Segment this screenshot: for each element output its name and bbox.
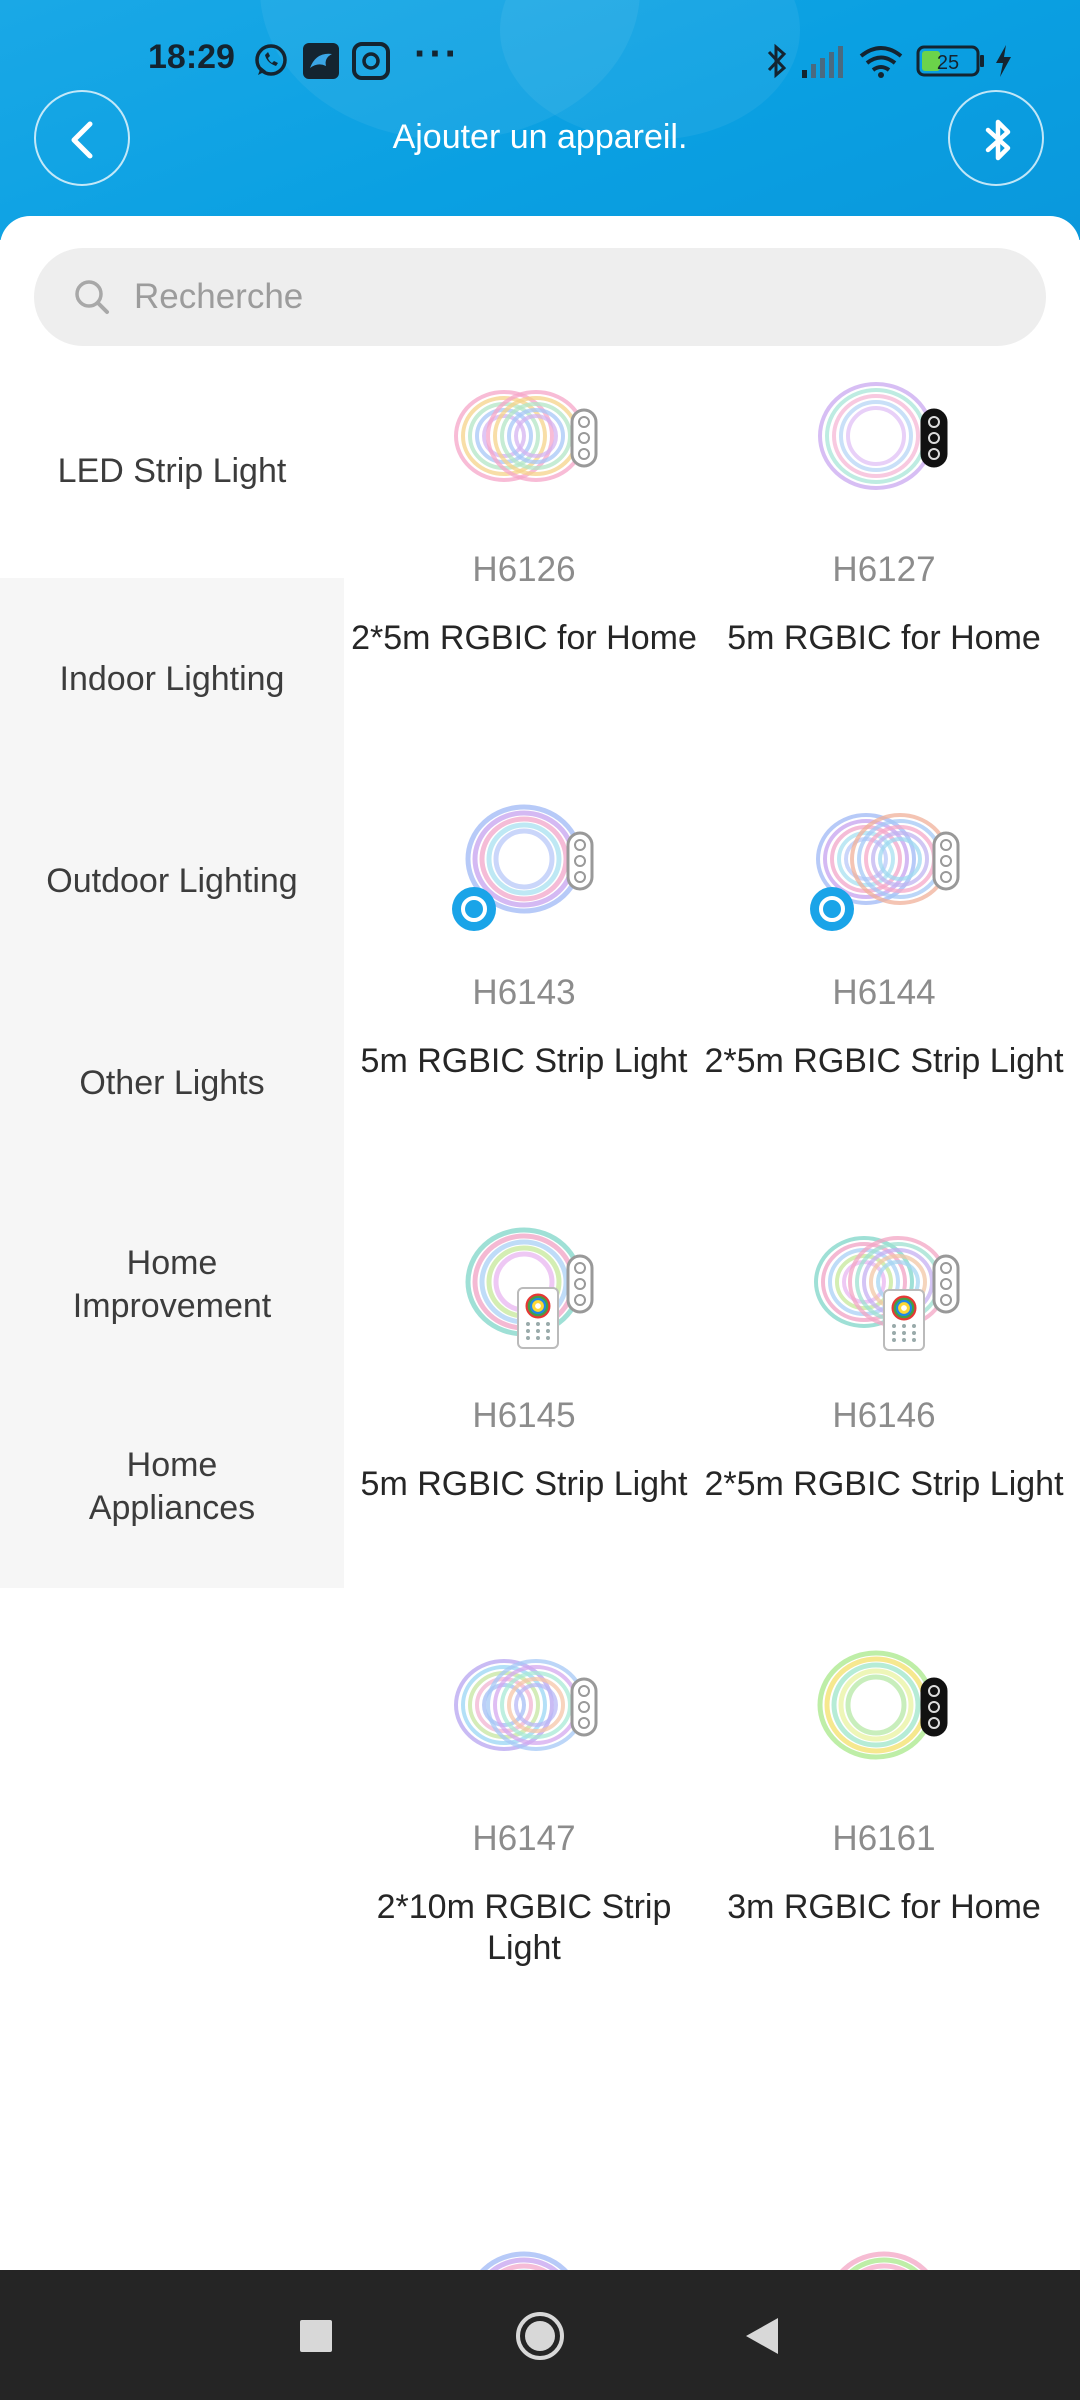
product-card[interactable]: H6146 2*5m RGBIC Strip Light bbox=[704, 1210, 1064, 1633]
product-model: H6161 bbox=[832, 1819, 936, 1858]
back-triangle-icon[interactable] bbox=[734, 2308, 790, 2364]
product-model: H6145 bbox=[472, 1396, 576, 1435]
app-icon bbox=[303, 43, 339, 79]
product-name: 5m RGBIC Strip Light bbox=[360, 1042, 688, 1080]
product-name: 2*10m RGBIC Strip Light bbox=[376, 1888, 672, 1967]
page-title: Ajouter un appareil. bbox=[392, 118, 688, 156]
product-name: 3m RGBIC for Home bbox=[727, 1888, 1041, 1926]
product-name: 2*5m RGBIC for Home bbox=[351, 619, 697, 657]
back-button[interactable] bbox=[34, 90, 130, 186]
product-card[interactable]: H6161 3m RGBIC for Home bbox=[704, 1633, 1064, 2056]
led-strip-product-image bbox=[810, 813, 960, 931]
product-model: H6126 bbox=[472, 550, 576, 589]
product-card[interactable]: H6143 5m RGBIC Strip Light bbox=[344, 787, 704, 1210]
sidebar-item-led-strip-light[interactable]: LED Strip Light bbox=[0, 364, 344, 578]
product-model: H6147 bbox=[472, 1819, 576, 1858]
search-input[interactable] bbox=[134, 272, 1014, 322]
system-nav-bar bbox=[0, 2270, 1080, 2400]
battery-icon: 25 bbox=[916, 45, 984, 77]
product-card[interactable]: H6127 5m RGBIC for Home bbox=[704, 364, 1064, 787]
content-sheet: LED Strip Light Indoor Lighting Outdoor … bbox=[0, 216, 1080, 2270]
wifi-icon bbox=[859, 46, 903, 78]
bluetooth-icon bbox=[985, 119, 1011, 161]
chevron-left-icon bbox=[71, 121, 93, 159]
product-model: H6127 bbox=[832, 550, 936, 589]
sidebar-item-home-appliances[interactable]: Home Appliances bbox=[0, 1386, 344, 1588]
led-strip-product-image bbox=[818, 382, 948, 490]
led-strip-product-image bbox=[480, 2251, 568, 2270]
category-sidebar: LED Strip Light Indoor Lighting Outdoor … bbox=[0, 364, 344, 1588]
signal-icon bbox=[802, 46, 843, 78]
product-model: H6146 bbox=[832, 1396, 936, 1435]
bluetooth-status-icon bbox=[767, 43, 787, 79]
search-icon bbox=[75, 280, 109, 314]
charging-icon bbox=[996, 45, 1011, 77]
product-name: 2*5m RGBIC Strip Light bbox=[704, 1465, 1064, 1503]
product-card[interactable]: H6126 2*5m RGBIC for Home bbox=[344, 364, 704, 787]
battery-level: 25 bbox=[937, 52, 959, 74]
product-card[interactable]: H6147 2*10m RGBIC Strip Light bbox=[344, 1633, 704, 2056]
product-card[interactable]: H6145 5m RGBIC Strip Light bbox=[344, 1210, 704, 1633]
led-strip-product-image bbox=[454, 1659, 598, 1751]
sidebar-item-other-lights[interactable]: Other Lights bbox=[0, 982, 344, 1184]
header-bar: 18:29 ··· 25 Ajouter un appareil. bbox=[0, 0, 1080, 240]
product-card[interactable]: H6144 2*5m RGBIC Strip Light bbox=[704, 787, 1064, 1210]
search-bar[interactable] bbox=[34, 248, 1046, 346]
sidebar-item-home-improvement[interactable]: Home Improvement bbox=[0, 1184, 344, 1386]
product-model: H6143 bbox=[472, 973, 576, 1012]
home-circle-icon[interactable] bbox=[510, 2306, 570, 2366]
camera-app-icon bbox=[352, 42, 390, 80]
led-strip-product-image bbox=[840, 2251, 928, 2270]
product-model: H6144 bbox=[832, 973, 936, 1012]
led-strip-product-image bbox=[454, 390, 598, 482]
product-grid: 2*10m RGBIC Strip Light with Alexa5m RGB… bbox=[344, 364, 1080, 2270]
status-more: ··· bbox=[414, 32, 460, 76]
led-strip-product-image bbox=[452, 804, 594, 931]
product-name: 2*5m RGBIC Strip Light bbox=[704, 1042, 1064, 1080]
product-name: 5m RGBIC for Home bbox=[727, 619, 1041, 657]
status-bar: 18:29 ··· 25 bbox=[0, 30, 1080, 90]
sidebar-item-indoor-lighting[interactable]: Indoor Lighting bbox=[0, 578, 344, 780]
led-strip-product-image bbox=[465, 1227, 594, 1349]
sidebar-item-outdoor-lighting[interactable]: Outdoor Lighting bbox=[0, 780, 344, 982]
recents-square-icon[interactable] bbox=[288, 2308, 344, 2364]
whatsapp-icon bbox=[255, 44, 287, 76]
product-name: 5m RGBIC Strip Light bbox=[360, 1465, 688, 1503]
led-strip-product-image bbox=[814, 1236, 960, 1351]
led-strip-product-image bbox=[817, 1650, 948, 1760]
bluetooth-button[interactable] bbox=[948, 90, 1044, 186]
status-time: 18:29 bbox=[148, 38, 235, 76]
